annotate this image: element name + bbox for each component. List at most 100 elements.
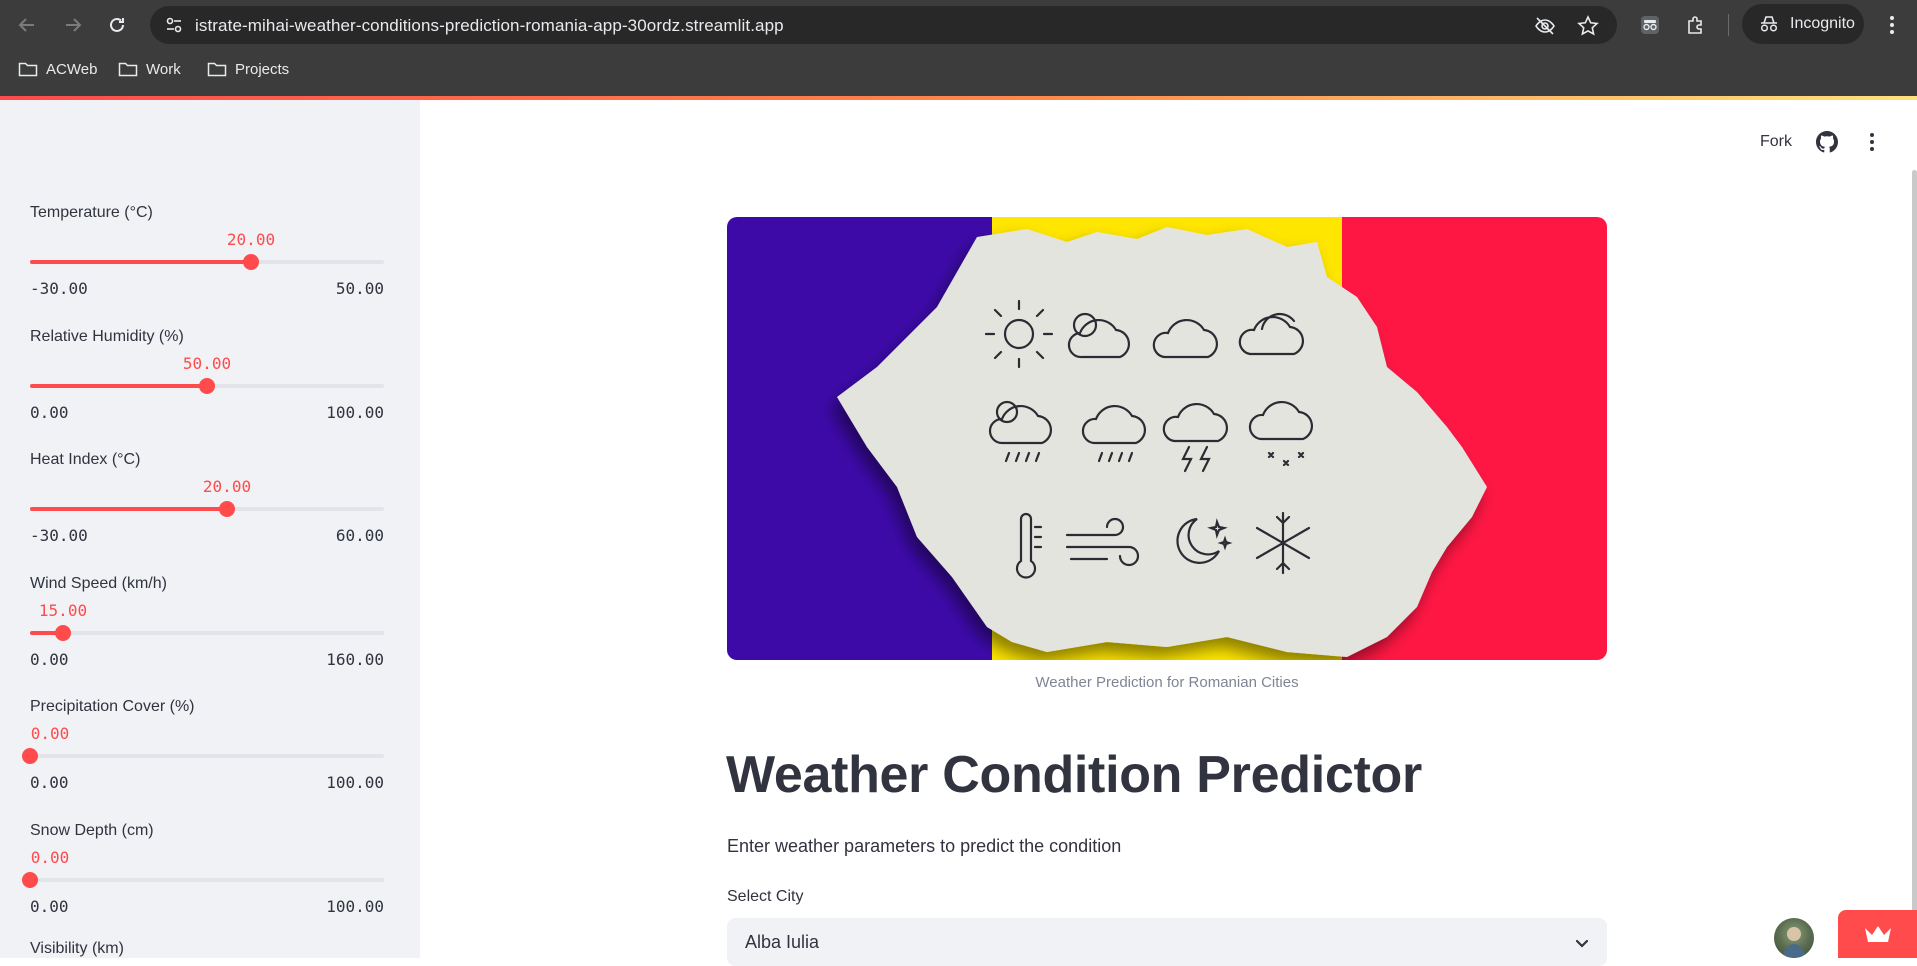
slider-fill [30,507,227,511]
slider-2[interactable]: Heat Index (°C) 20.00 -30.00 60.00 [30,451,384,545]
slider-0[interactable]: Temperature (°C) 20.00 -30.00 50.00 [30,204,384,298]
crown-icon [1864,926,1891,942]
toolbar-divider [1728,14,1729,36]
slider-max: 100.00 [326,896,384,916]
slider-5[interactable]: Snow Depth (cm) 0.00 0.00 100.00 [22,821,384,916]
slider-range: 0.00 100.00 [30,403,384,422]
avatar[interactable] [1774,918,1814,958]
slider-track[interactable] [30,624,384,641]
bookmark-label: ACWeb [46,60,98,78]
slider-1[interactable]: Relative Humidity (%) 50.00 0.00 100.00 [30,327,384,422]
slider-thumb[interactable] [55,624,71,641]
folder-icon [118,62,138,77]
slider-range: -30.00 50.00 [30,279,384,298]
sidebar: Temperature (°C) 20.00 -30.00 50.00 Relative… [0,100,420,958]
slider-max: 100.00 [326,773,384,792]
incognito-profile-button[interactable]: Incognito [1742,4,1864,44]
slider-fill [30,260,251,264]
city-select[interactable]: Alba Iulia [727,918,1607,966]
spy-extension-icon[interactable] [1638,13,1662,37]
slider-value: 0.00 [30,847,70,867]
image-caption: Weather Prediction for Romanian Cities [1035,674,1299,691]
arrow-left-icon [18,18,34,32]
city-select-value: Alba Iulia [745,932,820,952]
url-text: istrate-mihai-weather-conditions-predict… [195,16,784,35]
slider-value: 15.00 [38,600,88,620]
slider-label-visibility: Visibility (km) [30,940,124,957]
slider-max: 50.00 [335,279,384,298]
bookmark-label: Work [146,60,181,78]
slider-range: 0.00 160.00 [30,650,384,669]
forward-button[interactable] [60,12,86,38]
bookmark-acweb[interactable]: ACWeb [18,60,97,78]
slider-track[interactable] [30,501,384,517]
slider-label: Snow Depth (cm) [30,821,154,839]
bookmark-projects[interactable]: Projects [207,60,289,78]
slider-track[interactable] [22,871,384,888]
slider-max: 160.00 [326,649,384,669]
site-settings-icon[interactable] [164,15,184,35]
chevron-down-icon [1575,939,1589,948]
slider-min: 0.00 [30,896,69,916]
bookmark-label: Projects [235,60,290,78]
bookmarks-bar: ACWeb Work Projects [0,52,1917,88]
fork-button[interactable]: Fork [1760,133,1792,151]
back-button[interactable] [14,12,40,38]
reload-button[interactable] [104,12,130,38]
slider-thumb[interactable] [199,377,215,394]
slider-track[interactable] [30,377,384,394]
slider-max: 100.00 [326,402,384,422]
slider-label: Temperature (°C) [30,204,153,221]
browser-chrome: istrate-mihai-weather-conditions-predict… [0,0,1917,97]
slider-thumb[interactable] [22,748,38,764]
slider-label: Heat Index (°C) [30,451,141,468]
star-icon[interactable] [1577,15,1599,37]
slider-range: 0.00 100.00 [30,897,384,916]
incognito-icon [1760,16,1778,32]
slider-value: 20.00 [226,230,276,249]
slider-value: 50.00 [182,353,232,373]
folder-icon [207,62,227,77]
slider-value: 20.00 [202,477,252,496]
page-title: Weather Condition Predictor [726,746,1422,804]
slider-thumb[interactable] [219,501,235,517]
eye-off-icon[interactable] [1534,15,1556,37]
slider-label: Precipitation Cover (%) [30,698,195,715]
slider-range: 0.00 100.00 [30,773,384,792]
address-bar[interactable]: istrate-mihai-weather-conditions-predict… [150,6,1617,44]
hero-image [727,217,1607,660]
romania-weather-map-illustration [727,217,1607,660]
slider-min: 0.00 [30,649,69,669]
streamlit-host-badge[interactable] [1838,910,1917,958]
slider-min: 0.00 [30,402,69,422]
slider-range: -30.00 60.00 [30,526,384,545]
slider-min: -30.00 [30,526,88,545]
slider-track[interactable] [22,748,384,764]
page-subtitle: Enter weather parameters to predict the … [727,836,1122,856]
slider-value: 0.00 [30,724,70,743]
browser-toolbar: istrate-mihai-weather-conditions-predict… [0,0,1917,50]
bookmark-work[interactable]: Work [118,60,181,78]
extensions-puzzle-icon[interactable] [1684,13,1708,37]
arrow-right-icon [66,18,82,32]
folder-icon [18,62,38,77]
reload-icon [110,17,124,32]
avatar-photo [1782,927,1806,958]
slider-thumb[interactable] [22,871,38,888]
slider-label: Wind Speed (km/h) [30,574,167,592]
slider-3[interactable]: Wind Speed (km/h) 15.00 0.00 160.00 [30,574,384,669]
chrome-menu-icon[interactable] [1882,14,1902,36]
app-menu-icon[interactable] [1862,131,1882,153]
slider-track[interactable] [30,254,384,270]
slider-thumb[interactable] [243,254,259,270]
slider-4[interactable]: Precipitation Cover (%) 0.00 0.00 100.00 [22,698,384,792]
slider-min: -30.00 [30,279,88,298]
city-select-label: Select City [727,888,804,905]
slider-fill [30,383,207,388]
github-icon[interactable] [1816,131,1838,153]
slider-max: 60.00 [335,526,384,545]
slider-label: Relative Humidity (%) [30,327,184,345]
slider-min: 0.00 [30,773,69,792]
page-scrollbar[interactable] [1912,170,1917,958]
incognito-label: Incognito [1790,15,1855,32]
